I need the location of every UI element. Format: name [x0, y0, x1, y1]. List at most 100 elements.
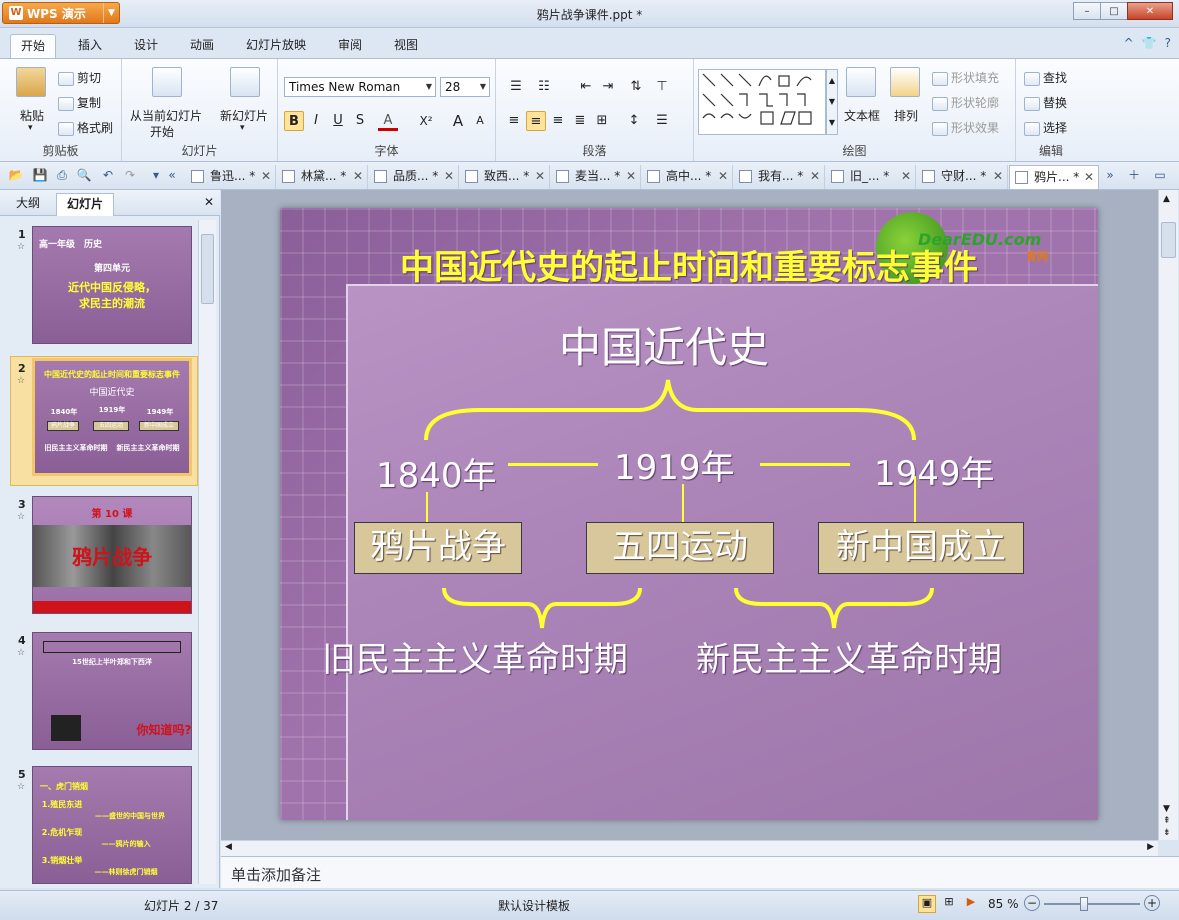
from-current-button-line2[interactable]: 开始: [150, 123, 174, 140]
justify-icon[interactable]: ≣: [570, 111, 590, 131]
paste-button[interactable]: 粘贴: [20, 107, 44, 124]
textbox-button[interactable]: 文本框: [844, 107, 880, 124]
slide-title[interactable]: 中国近代史的起止时间和重要标志事件: [280, 240, 1098, 289]
undo-icon[interactable]: ↶: [100, 167, 116, 183]
shapes-gallery[interactable]: [698, 69, 826, 135]
doc-tab[interactable]: 林黛... * ✕: [277, 165, 368, 189]
select-button[interactable]: 选择: [1024, 119, 1067, 136]
align-center-icon[interactable]: ≡: [526, 111, 546, 131]
close-icon[interactable]: ✕: [444, 165, 454, 187]
arrange-button[interactable]: 排列: [894, 107, 918, 124]
tab-animation[interactable]: 动画: [180, 34, 224, 58]
skin-icon[interactable]: 👕: [1142, 36, 1157, 50]
zoom-slider-track[interactable]: [1044, 903, 1140, 905]
save-icon[interactable]: 💾: [32, 167, 48, 183]
tab-design[interactable]: 设计: [124, 34, 168, 58]
new-slide-icon[interactable]: [230, 67, 260, 97]
scroll-left-icon[interactable]: ◀: [225, 842, 232, 852]
shape-effect-button[interactable]: 形状效果: [932, 119, 999, 136]
event-box[interactable]: 新中国成立: [818, 522, 1024, 574]
close-icon[interactable]: ✕: [718, 165, 728, 187]
help-icon[interactable]: ?: [1165, 36, 1171, 50]
align-text-icon[interactable]: ⊤: [652, 77, 672, 97]
zoom-in-icon[interactable]: +: [1144, 895, 1160, 911]
tab-slides[interactable]: 幻灯片: [56, 193, 115, 216]
tab-view[interactable]: 视图: [384, 34, 428, 58]
print-icon[interactable]: ⎙: [54, 167, 70, 183]
close-icon[interactable]: ✕: [901, 165, 911, 187]
doc-tab[interactable]: 致西... * ✕: [460, 165, 550, 189]
font-color-button[interactable]: A: [378, 111, 398, 131]
font-size-select[interactable]: 28 ▼: [440, 77, 490, 97]
doc-tab[interactable]: 高中... * ✕: [642, 165, 733, 189]
vertical-scrollbar[interactable]: ▲ ▼ ⇞ ⇟: [1158, 190, 1178, 840]
maximize-button[interactable]: □: [1100, 2, 1128, 20]
paste-icon[interactable]: [16, 67, 46, 97]
scroll-right-icon[interactable]: ▶: [1147, 842, 1154, 852]
close-icon[interactable]: ✕: [261, 165, 271, 187]
text-shadow-button[interactable]: S: [350, 111, 370, 131]
horizontal-scrollbar[interactable]: ◀ ▶: [221, 840, 1158, 856]
scroll-up-icon[interactable]: ▲: [1163, 194, 1170, 204]
prev-slide-icon[interactable]: ⇞: [1163, 816, 1171, 826]
chevron-down-icon[interactable]: ▾: [240, 123, 245, 133]
minimize-button[interactable]: –: [1073, 2, 1101, 20]
tab-slideshow[interactable]: 幻灯片放映: [236, 34, 316, 58]
design-template[interactable]: 默认设计模板: [498, 897, 570, 914]
arrange-icon[interactable]: [890, 67, 920, 97]
tab-home[interactable]: 开始: [10, 34, 57, 58]
tab-review[interactable]: 审阅: [328, 34, 372, 58]
copy-button[interactable]: 复制: [58, 94, 101, 111]
slide-thumbnail-4[interactable]: 15世纪上半叶郑和下西洋 你知道吗?: [32, 632, 192, 750]
redo-icon[interactable]: ↷: [122, 167, 138, 183]
gallery-scroll[interactable]: ▲ ▼ ▼: [826, 69, 838, 135]
close-icon[interactable]: ✕: [1084, 166, 1094, 188]
slide-heading[interactable]: 中国近代史: [280, 314, 1048, 375]
slide-thumbnail-3[interactable]: 第 10 课 鸦片战争: [32, 496, 192, 614]
zoom-slider-thumb[interactable]: [1080, 897, 1088, 911]
underline-button[interactable]: U: [328, 111, 348, 131]
shape-fill-button[interactable]: 形状填充: [932, 69, 999, 86]
slides-panel-scrollbar[interactable]: [198, 220, 216, 884]
columns-icon[interactable]: ☰: [652, 111, 672, 131]
close-icon[interactable]: ✕: [353, 165, 363, 187]
doc-tab[interactable]: 守财... * ✕: [917, 165, 1008, 189]
notes-placeholder[interactable]: 单击添加备注: [231, 864, 321, 885]
doc-tab[interactable]: 我有... * ✕: [734, 165, 825, 189]
align-left-icon[interactable]: ≡: [504, 111, 524, 131]
close-icon[interactable]: ✕: [535, 165, 545, 187]
replace-button[interactable]: 替换: [1024, 94, 1067, 111]
doc-tab-active[interactable]: 鸦片... * ✕: [1009, 165, 1099, 189]
font-name-select[interactable]: Times New Roman ▼: [284, 77, 436, 97]
distribute-icon[interactable]: ⊞: [592, 111, 612, 131]
chevron-down-icon[interactable]: ▾: [28, 123, 33, 133]
shape-outline-button[interactable]: 形状轮廓: [932, 94, 999, 111]
open-icon[interactable]: 📂: [8, 167, 24, 183]
close-panel-icon[interactable]: ✕: [204, 195, 214, 209]
align-right-icon[interactable]: ≡: [548, 111, 568, 131]
tab-outline[interactable]: 大纲: [6, 193, 50, 216]
year-label[interactable]: 1949年: [874, 446, 995, 495]
scroll-tabs-left-icon[interactable]: «: [164, 167, 180, 183]
print-preview-icon[interactable]: 🔍: [76, 167, 92, 183]
slide-thumbnail-2[interactable]: 中国近代史的起止时间和重要标志事件 中国近代史 1840年 1919年 1949…: [32, 358, 192, 476]
shrink-font-button[interactable]: A: [470, 111, 490, 131]
period-label[interactable]: 旧民主主义革命时期: [322, 632, 628, 681]
scroll-thumb[interactable]: [201, 234, 214, 304]
bold-button[interactable]: B: [284, 111, 304, 131]
period-label[interactable]: 新民主主义革命时期: [696, 632, 1002, 681]
superscript-button[interactable]: X²: [416, 111, 436, 131]
close-icon[interactable]: ✕: [993, 165, 1003, 187]
collapse-ribbon-icon[interactable]: ^: [1124, 36, 1134, 50]
find-button[interactable]: 查找: [1024, 69, 1067, 86]
grow-font-button[interactable]: A: [448, 111, 468, 131]
zoom-level[interactable]: 85 %: [988, 897, 1019, 911]
event-box[interactable]: 五四运动: [586, 522, 774, 574]
doc-tab[interactable]: 品质... * ✕: [369, 165, 459, 189]
italic-button[interactable]: I: [306, 111, 326, 131]
customize-toolbar-icon[interactable]: ▾: [148, 167, 164, 183]
increase-indent-icon[interactable]: ⇥: [598, 77, 618, 97]
from-current-button[interactable]: 从当前幻灯片: [130, 107, 202, 124]
new-tab-icon[interactable]: ＋: [1126, 167, 1142, 183]
decrease-indent-icon[interactable]: ⇤: [576, 77, 596, 97]
